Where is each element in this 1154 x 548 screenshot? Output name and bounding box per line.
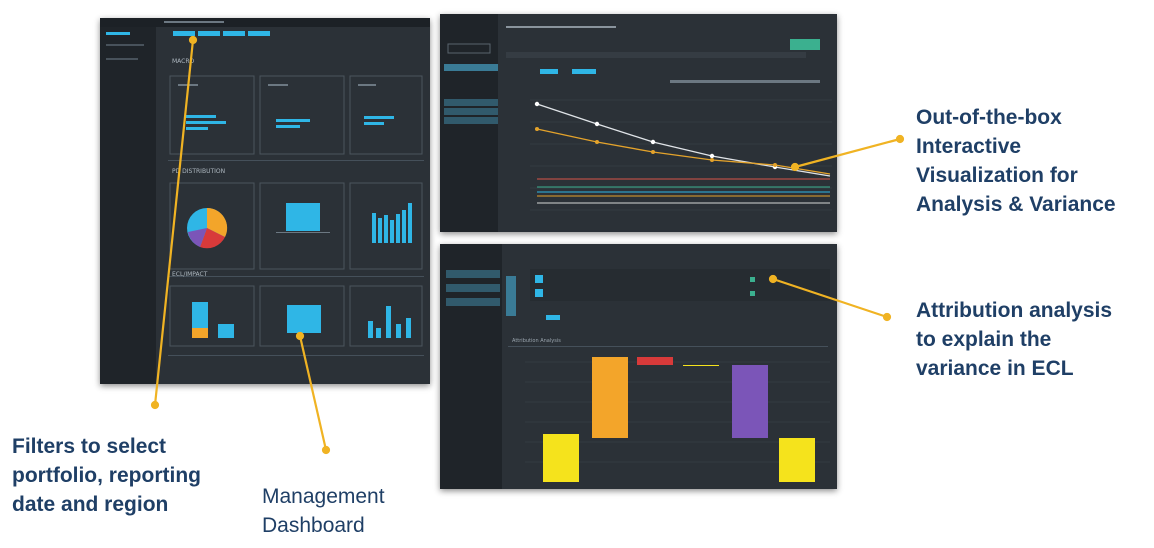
divider [508, 346, 828, 347]
leader-dot [321, 445, 331, 455]
section-label-pd-distribution: PD DISTRIBUTION [172, 168, 225, 175]
management-dashboard-canvas: MACRO PD DISTRIBUTION ECL/IMPACT [100, 18, 430, 384]
sidebar-item[interactable] [446, 284, 500, 292]
sidebar [440, 244, 502, 489]
sidebar-item[interactable] [444, 99, 498, 106]
multi-bar-card [349, 182, 423, 270]
run-button[interactable] [790, 39, 820, 50]
section-label-macro: MACRO [172, 58, 195, 65]
waterfall-bar [592, 357, 628, 438]
filter-bar [506, 52, 806, 58]
sidebar-item[interactable] [444, 108, 498, 115]
caption-attribution-analysis: Attribution analysis to explain the vari… [916, 299, 1113, 380]
attribution-canvas: Attribution Analysis [440, 244, 837, 489]
row-toggle[interactable] [535, 275, 543, 283]
macro-card [259, 75, 345, 155]
sidebar-item[interactable] [106, 44, 144, 46]
pie-chart-card [169, 182, 255, 270]
section-label-ecl-impact: ECL/IMPACT [172, 271, 208, 278]
grouped-bar-card [349, 285, 423, 347]
filter-chip[interactable] [572, 69, 596, 74]
leader-dot [882, 312, 892, 322]
chart-title: Attribution Analysis [512, 338, 561, 344]
caption-interactive-visualization: Out-of-the-box Interactive Visualization… [916, 106, 1116, 216]
waterfall-bar [637, 357, 673, 365]
waterfall-bar [543, 434, 579, 482]
scenario-table [530, 269, 830, 301]
row-status-icon [750, 291, 755, 296]
macro-card [349, 75, 423, 155]
region-filter[interactable] [223, 31, 245, 36]
divider [168, 160, 424, 161]
sidebar-item[interactable] [106, 58, 138, 60]
attribution-analysis-screenshot: Attribution Analysis [440, 244, 837, 489]
sidebar-logo [106, 32, 130, 35]
top-nav-bar [100, 18, 430, 27]
filter-labels [164, 21, 224, 23]
single-bar-card [259, 182, 345, 270]
waterfall-bar [732, 365, 768, 438]
row-status-icon [750, 277, 755, 282]
caption-management-dashboard: Management Dashboard [262, 485, 385, 537]
waterfall-bar [683, 365, 719, 366]
header-text [506, 26, 616, 28]
sidebar-item[interactable] [444, 117, 498, 124]
collapse-tab[interactable] [506, 276, 516, 316]
waterfall-bar [779, 438, 815, 482]
macro-card [169, 75, 255, 155]
sidebar [100, 27, 156, 384]
sidebar-item-active[interactable] [444, 64, 498, 71]
sidebar-item[interactable] [446, 298, 500, 306]
leader-dot [895, 134, 905, 144]
reporting-date-filter[interactable] [198, 31, 220, 36]
filter-chip[interactable] [546, 315, 560, 320]
management-dashboard-screenshot: MACRO PD DISTRIBUTION ECL/IMPACT [100, 18, 430, 384]
portfolio-filter[interactable] [173, 31, 195, 36]
single-bar-card [259, 285, 345, 347]
row-toggle[interactable] [535, 289, 543, 297]
sidebar-item[interactable] [446, 270, 500, 278]
leader-dot [150, 400, 160, 410]
caption-filters: Filters to select portfolio, reporting d… [12, 435, 201, 516]
interactive-chart-screenshot [440, 14, 837, 232]
interactive-chart-canvas [440, 14, 837, 232]
divider [168, 355, 424, 356]
apply-filter-button[interactable] [248, 31, 270, 36]
filter-chip[interactable] [540, 69, 558, 74]
stacked-bar-card [169, 285, 255, 347]
legend [670, 80, 820, 83]
